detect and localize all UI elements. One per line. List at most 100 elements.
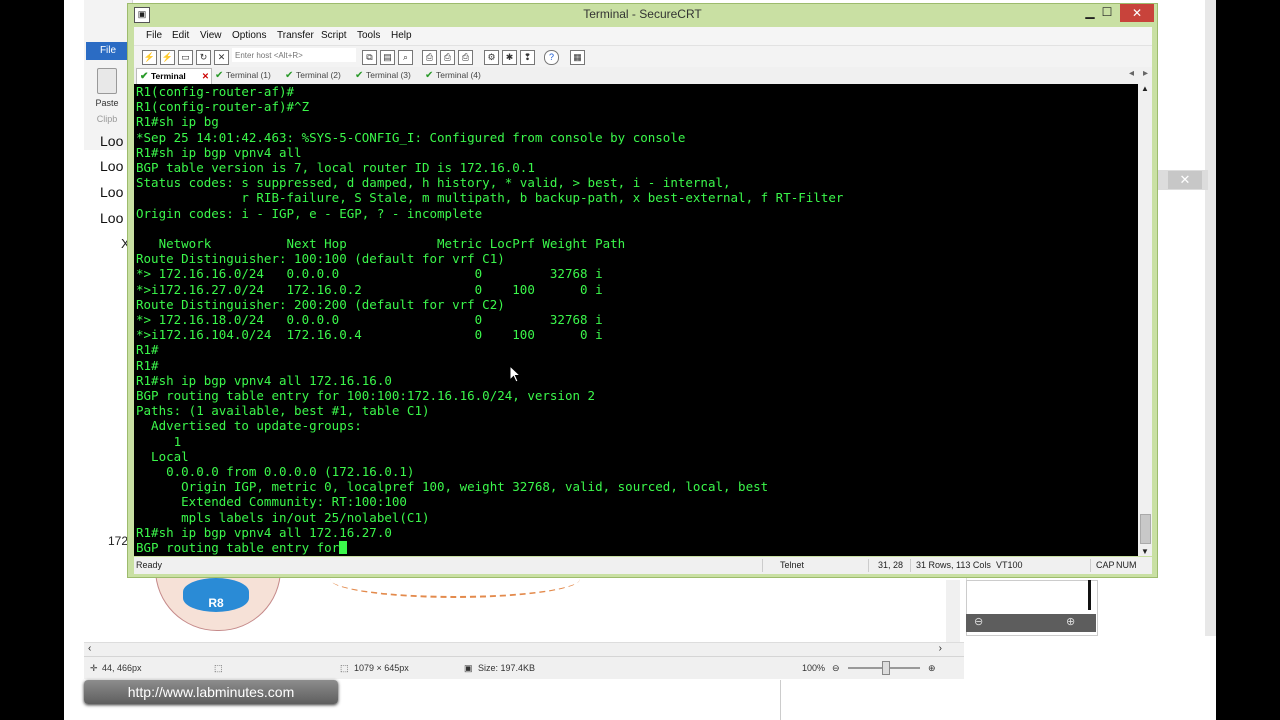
- tab-terminal-1[interactable]: ✔ Terminal (1): [212, 68, 290, 83]
- terminal-screen[interactable]: R1(config-router-af)# R1(config-router-a…: [134, 84, 1138, 556]
- menu-file[interactable]: File: [146, 30, 162, 41]
- terminal-line: BGP routing table entry for: [136, 540, 340, 556]
- terminal-scrollbar[interactable]: ▲ ▼: [1138, 84, 1152, 556]
- background-zoom-bar: ⊖ ⊕: [966, 614, 1096, 632]
- canvas-text-loo: Loo: [100, 158, 124, 174]
- status-cursor-position: 31, 28: [878, 560, 904, 570]
- divider: [910, 559, 911, 572]
- reconnect-icon[interactable]: ↻: [196, 50, 211, 65]
- global-options-icon[interactable]: ✱: [502, 50, 517, 65]
- print-setup-icon[interactable]: ⎙: [440, 50, 455, 65]
- tab-label: Terminal (3): [366, 70, 411, 80]
- scroll-left-icon[interactable]: ‹: [88, 643, 91, 654]
- print-icon[interactable]: ⎙: [422, 50, 437, 65]
- zoom-in-icon[interactable]: ⊕: [928, 663, 936, 674]
- print-selection-icon[interactable]: ⎙: [458, 50, 473, 65]
- paint-horizontal-scrollbar[interactable]: ‹ ›: [84, 642, 964, 657]
- scroll-up-icon[interactable]: ▲: [1141, 84, 1149, 93]
- paint-file-tab[interactable]: File: [86, 42, 130, 60]
- host-input[interactable]: [232, 48, 356, 62]
- terminal-line: R1#sh ip bgp vpnv4 all 172.16.27.0: [136, 524, 392, 540]
- terminal-line: R1#sh ip bgp vpnv4 all: [136, 144, 302, 160]
- paste-button[interactable]: Paste Clipb: [90, 64, 124, 124]
- terminal-line: *>i172.16.104.0/24 172.16.0.4 0 100 0 i: [136, 327, 603, 343]
- terminal-line: Extended Community: RT:100:100: [136, 494, 407, 510]
- terminal-line: Origin IGP, metric 0, localpref 100, wei…: [136, 479, 769, 495]
- quick-connect-icon[interactable]: ⚡: [160, 50, 175, 65]
- paint-vertical-scrollbar[interactable]: [946, 580, 960, 642]
- connected-check-icon: ✔: [355, 70, 364, 81]
- background-panel: [966, 636, 1216, 720]
- terminal-scrollbar-thumb[interactable]: [1140, 514, 1151, 544]
- selection-icon: ⬚: [214, 663, 223, 673]
- terminal-line: Route Distinguisher: 100:100 (default fo…: [136, 251, 505, 267]
- scroll-right-icon[interactable]: ›: [939, 643, 942, 654]
- scroll-down-icon[interactable]: ▼: [1141, 547, 1149, 556]
- canvas-text-loo: Loo: [100, 184, 124, 200]
- status-bar: Ready Telnet 31, 28 31 Rows, 113 Cols VT…: [134, 557, 1152, 574]
- divider: [868, 559, 869, 572]
- router-icon: R8: [183, 578, 249, 612]
- zoom-slider-thumb[interactable]: [882, 661, 890, 675]
- terminal-cursor: [339, 541, 348, 555]
- sftp-icon[interactable]: ▦: [570, 50, 585, 65]
- terminal-line: *>i172.16.27.0/24 172.16.0.2 0 100 0 i: [136, 281, 603, 297]
- watermark-url: http://www.labminutes.com: [84, 680, 338, 704]
- tab-terminal[interactable]: ✔ Terminal ✕: [136, 68, 212, 84]
- tab-terminal-3[interactable]: ✔ Terminal (3): [352, 68, 430, 83]
- menu-bar: File Edit View Options Transfer Script T…: [134, 27, 1152, 45]
- terminal-line: 0.0.0.0 from 0.0.0.0 (172.16.0.1): [136, 464, 415, 480]
- menu-tools[interactable]: Tools: [357, 30, 380, 41]
- app-icon[interactable]: ▣: [134, 7, 150, 23]
- tab-scroll-left-icon[interactable]: ◂: [1129, 68, 1134, 79]
- menu-edit[interactable]: Edit: [172, 30, 189, 41]
- connected-check-icon: ✔: [425, 70, 434, 81]
- connect-tab-icon[interactable]: ▭: [178, 50, 193, 65]
- find-icon[interactable]: ⌕: [398, 50, 413, 65]
- zoom-out-icon[interactable]: ⊖: [832, 663, 840, 674]
- help-icon[interactable]: ?: [544, 50, 559, 65]
- menu-transfer[interactable]: Transfer: [277, 30, 314, 41]
- zoom-out-icon[interactable]: ⊖: [974, 615, 983, 628]
- connected-check-icon: ✔: [215, 70, 224, 81]
- tab-terminal-4[interactable]: ✔ Terminal (4): [422, 68, 500, 83]
- close-tab-icon[interactable]: ✕: [202, 69, 209, 84]
- tab-label: Terminal (4): [436, 70, 481, 80]
- status-terminal-size: 31 Rows, 113 Cols: [916, 560, 991, 570]
- connect-icon[interactable]: ⚡: [142, 50, 157, 65]
- status-ready: Ready: [136, 560, 163, 570]
- session-tabs: ✔ Terminal ✕ ✔ Terminal (1) ✔ Terminal (…: [134, 67, 1152, 84]
- menu-options[interactable]: Options: [232, 30, 266, 41]
- terminal-line: r RIB-failure, S Stale, m multipath, b b…: [136, 190, 844, 206]
- menu-script[interactable]: Script: [321, 30, 347, 41]
- menu-view[interactable]: View: [200, 30, 222, 41]
- copy-icon[interactable]: ⧉: [362, 50, 377, 65]
- terminal-line: BGP routing table entry for 100:100:172.…: [136, 388, 596, 404]
- tab-label: Terminal (1): [226, 70, 271, 80]
- terminal-line: R1(config-router-af)#^Z: [136, 99, 310, 115]
- terminal-output: R1(config-router-af)# R1(config-router-a…: [134, 84, 1138, 555]
- terminal-line: *> 172.16.16.0/24 0.0.0.0 0 32768 i: [136, 266, 603, 282]
- tab-scroll-right-icon[interactable]: ▸: [1143, 68, 1148, 79]
- tab-terminal-2[interactable]: ✔ Terminal (2): [282, 68, 360, 83]
- disconnect-icon[interactable]: ✕: [214, 50, 229, 65]
- status-protocol: Telnet: [780, 560, 805, 570]
- menu-help[interactable]: Help: [391, 30, 412, 41]
- status-emulation: VT100: [996, 560, 1023, 570]
- session-options-icon[interactable]: ⚙: [484, 50, 499, 65]
- close-icon[interactable]: ✕: [1168, 171, 1202, 189]
- tab-label: Terminal: [151, 71, 186, 81]
- title-bar[interactable]: Terminal - SecureCRT: [128, 4, 1157, 26]
- clipboard-icon: [97, 68, 117, 94]
- keymap-icon[interactable]: ❢: [520, 50, 535, 65]
- terminal-line: R1#: [136, 357, 159, 373]
- divider: [762, 559, 763, 572]
- zoom-in-icon[interactable]: ⊕: [1066, 615, 1075, 628]
- close-icon[interactable]: ✕: [1120, 4, 1154, 22]
- clipboard-group-label: Clipb: [96, 114, 118, 124]
- image-size-icon: ⬚: [340, 663, 349, 673]
- terminal-line: Route Distinguisher: 200:200 (default fo…: [136, 296, 505, 312]
- divider: [780, 680, 781, 720]
- paste-icon[interactable]: ▤: [380, 50, 395, 65]
- maximize-icon[interactable]: ☐: [1095, 4, 1119, 22]
